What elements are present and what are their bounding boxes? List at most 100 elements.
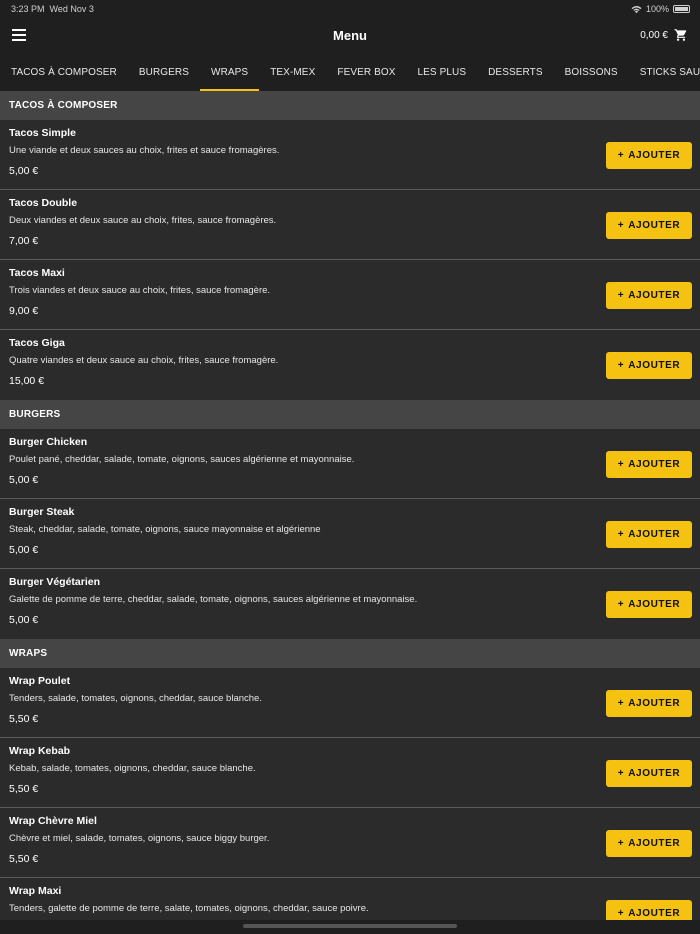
add-button-label: AJOUTER <box>628 908 681 919</box>
item-name: Wrap Maxi <box>9 885 62 897</box>
status-time: 3:23 PM Wed Nov 3 <box>11 4 94 14</box>
item-description: Tenders, galette de pomme de terre, sala… <box>9 903 369 914</box>
list-item: Tacos Simple Une viande et deux sauces a… <box>0 120 700 190</box>
item-price: 9,00 € <box>9 305 39 317</box>
item-description: Steak, cheddar, salade, tomate, oignons,… <box>9 524 321 535</box>
add-button-label: AJOUTER <box>628 768 681 779</box>
list-item: Burger Steak Steak, cheddar, salade, tom… <box>0 499 700 569</box>
list-item: Tacos Maxi Trois viandes et deux sauce a… <box>0 260 700 330</box>
list-item: Burger Végétarien Galette de pomme de te… <box>0 569 700 639</box>
item-description: Tenders, salade, tomates, oignons, chedd… <box>9 693 262 704</box>
status-date-text: Wed Nov 3 <box>49 4 94 14</box>
add-button[interactable]: + AJOUTER <box>606 451 692 478</box>
add-button-label: AJOUTER <box>628 360 681 371</box>
add-button[interactable]: + AJOUTER <box>606 690 692 717</box>
list-item: Wrap Maxi Tenders, galette de pomme de t… <box>0 878 700 920</box>
tab-desserts[interactable]: DESSERTS <box>477 54 554 91</box>
bottom-bar <box>0 920 700 934</box>
app-header: Menu 0,00 € <box>0 18 700 54</box>
status-right: 100% <box>631 4 690 14</box>
item-description: Chèvre et miel, salade, tomates, oignons… <box>9 833 270 844</box>
add-button[interactable]: + AJOUTER <box>606 212 692 239</box>
tab-tex-mex[interactable]: TEX-MEX <box>259 54 326 91</box>
home-indicator[interactable] <box>243 924 457 928</box>
list-item: Tacos Giga Quatre viandes et deux sauce … <box>0 330 700 400</box>
plus-icon: + <box>617 838 625 849</box>
item-price: 5,00 € <box>9 614 39 626</box>
item-name: Tacos Double <box>9 197 78 209</box>
add-button-label: AJOUTER <box>628 599 681 610</box>
plus-icon: + <box>617 290 625 301</box>
plus-icon: + <box>617 360 625 371</box>
plus-icon: + <box>617 599 625 610</box>
item-name: Wrap Kebab <box>9 745 71 757</box>
plus-icon: + <box>617 459 625 470</box>
battery-percent: 100% <box>645 4 669 14</box>
item-price: 5,00 € <box>9 165 39 177</box>
add-button-label: AJOUTER <box>628 838 681 849</box>
add-button-label: AJOUTER <box>628 529 681 540</box>
add-button[interactable]: + AJOUTER <box>606 521 692 548</box>
plus-icon: + <box>617 150 625 161</box>
page-title: Menu <box>333 28 367 43</box>
add-button[interactable]: + AJOUTER <box>606 142 692 169</box>
tab-wraps[interactable]: WRAPS <box>200 54 260 91</box>
tab-burgers[interactable]: BURGERS <box>128 54 200 91</box>
section-header-wraps: WRAPS <box>0 639 700 668</box>
add-button[interactable]: + AJOUTER <box>606 830 692 857</box>
add-button-label: AJOUTER <box>628 698 681 709</box>
add-button[interactable]: + AJOUTER <box>606 282 692 309</box>
tab-les-plus[interactable]: LES PLUS <box>407 54 478 91</box>
plus-icon: + <box>617 529 625 540</box>
item-price: 5,00 € <box>9 544 39 556</box>
menu-list[interactable]: TACOS À COMPOSER Tacos Simple Une viande… <box>0 91 700 920</box>
item-name: Wrap Chèvre Miel <box>9 815 97 827</box>
add-button[interactable]: + AJOUTER <box>606 591 692 618</box>
list-item: Wrap Chèvre Miel Chèvre et miel, salade,… <box>0 808 700 878</box>
section-header-tacos: TACOS À COMPOSER <box>0 91 700 120</box>
item-price: 7,00 € <box>9 235 39 247</box>
item-description: Une viande et deux sauces au choix, frit… <box>9 145 280 156</box>
tab-tacos-a-composer[interactable]: TACOS À COMPOSER <box>0 54 128 91</box>
add-button-label: AJOUTER <box>628 150 681 161</box>
plus-icon: + <box>617 768 625 779</box>
plus-icon: + <box>617 908 625 919</box>
item-price: 5,50 € <box>9 783 39 795</box>
item-description: Deux viandes et deux sauce au choix, fri… <box>9 215 277 226</box>
add-button-label: AJOUTER <box>628 290 681 301</box>
item-description: Poulet pané, cheddar, salade, tomate, oi… <box>9 454 355 465</box>
plus-icon: + <box>617 698 625 709</box>
add-button-label: AJOUTER <box>628 220 681 231</box>
cart-icon <box>674 29 687 41</box>
list-item: Wrap Kebab Kebab, salade, tomates, oigno… <box>0 738 700 808</box>
plus-icon: + <box>617 220 625 231</box>
add-button-label: AJOUTER <box>628 459 681 470</box>
item-description: Trois viandes et deux sauce au choix, fr… <box>9 285 271 296</box>
add-button[interactable]: + AJOUTER <box>606 760 692 787</box>
cart-total: 0,00 € <box>640 29 668 41</box>
item-price: 5,00 € <box>9 474 39 486</box>
item-price: 5,50 € <box>9 713 39 725</box>
tab-sticks-sauces[interactable]: STICKS SAUCES <box>629 54 700 91</box>
add-button[interactable]: + AJOUTER <box>606 900 692 920</box>
battery-icon <box>673 5 690 13</box>
item-name: Burger Steak <box>9 506 75 518</box>
item-description: Quatre viandes et deux sauce au choix, f… <box>9 355 279 366</box>
status-bar: 3:23 PM Wed Nov 3 100% <box>0 0 700 18</box>
tab-boissons[interactable]: BOISSONS <box>554 54 629 91</box>
add-button[interactable]: + AJOUTER <box>606 352 692 379</box>
tab-fever-box[interactable]: FEVER BOX <box>326 54 406 91</box>
item-name: Wrap Poulet <box>9 675 71 687</box>
item-name: Burger Chicken <box>9 436 88 448</box>
item-price: 5,50 € <box>9 853 39 865</box>
item-name: Tacos Simple <box>9 127 76 139</box>
item-description: Kebab, salade, tomates, oignons, cheddar… <box>9 763 256 774</box>
cart-button[interactable]: 0,00 € <box>640 28 688 42</box>
category-tabs: TACOS À COMPOSER BURGERS WRAPS TEX-MEX F… <box>0 54 700 91</box>
list-item: Tacos Double Deux viandes et deux sauce … <box>0 190 700 260</box>
status-time-text: 3:23 PM <box>11 4 45 14</box>
item-description: Galette de pomme de terre, cheddar, sala… <box>9 594 418 605</box>
item-name: Burger Végétarien <box>9 576 101 588</box>
list-item: Burger Chicken Poulet pané, cheddar, sal… <box>0 429 700 499</box>
list-item: Wrap Poulet Tenders, salade, tomates, oi… <box>0 668 700 738</box>
